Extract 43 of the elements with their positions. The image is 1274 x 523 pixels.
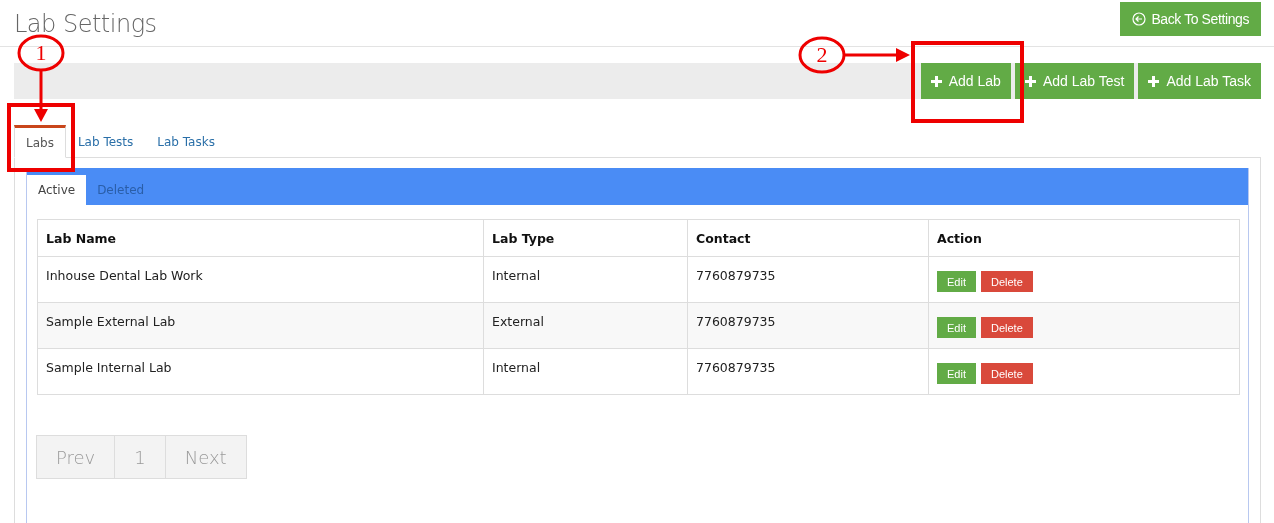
table-cell: Sample Internal Lab [37, 348, 484, 395]
page-title: Lab Settings [14, 10, 157, 38]
delete-button[interactable]: Delete [980, 271, 1033, 292]
add-button[interactable]: Add Lab Task [1138, 63, 1261, 99]
table-cell: Internal [483, 348, 688, 395]
column-header: Lab Name [37, 219, 484, 257]
edit-button[interactable]: Edit [937, 271, 976, 292]
annotation-number: 2 [816, 42, 828, 67]
table-cell: 7760879735 [687, 348, 929, 395]
plus-icon [1148, 75, 1160, 87]
back-button[interactable]: Back To Settings [1120, 2, 1261, 36]
annotation-circle [798, 36, 846, 74]
add-button[interactable]: Add Lab [920, 63, 1011, 99]
column-header: Action [928, 219, 1240, 257]
edit-button[interactable]: Edit [937, 363, 976, 384]
tab[interactable]: Lab Tests [65, 125, 146, 158]
prev-button[interactable]: Prev [36, 435, 116, 479]
column-header: Lab Type [483, 219, 688, 257]
column-header: Contact [687, 219, 929, 257]
table-cell: 7760879735 [687, 256, 929, 303]
delete-button[interactable]: Delete [980, 317, 1033, 338]
table-cell: 7760879735 [687, 302, 929, 349]
edit-button[interactable]: Edit [937, 317, 976, 338]
page-button[interactable]: 1 [114, 435, 166, 479]
plus-icon [930, 75, 942, 87]
next-button[interactable]: Next [164, 435, 247, 479]
table-cell: Sample External Lab [37, 302, 484, 349]
delete-button[interactable]: Delete [980, 363, 1033, 384]
subtab[interactable]: Deleted [86, 175, 156, 205]
annotation-circle [17, 34, 65, 72]
table-cell: Internal [483, 256, 688, 303]
annotation-number: 1 [35, 40, 47, 65]
tab[interactable]: Labs [14, 125, 66, 158]
add-button[interactable]: Add Lab Test [1014, 63, 1135, 99]
annotation-arrow [34, 71, 48, 122]
tab[interactable]: Lab Tasks [145, 125, 227, 158]
table-cell: External [483, 302, 688, 349]
back-circle-icon [1132, 12, 1147, 26]
plus-icon [1024, 75, 1036, 87]
table-cell: Inhouse Dental Lab Work [37, 256, 484, 303]
subtab[interactable]: Active [27, 175, 87, 205]
highlight-frame [7, 103, 75, 172]
annotation-arrow [845, 48, 910, 62]
